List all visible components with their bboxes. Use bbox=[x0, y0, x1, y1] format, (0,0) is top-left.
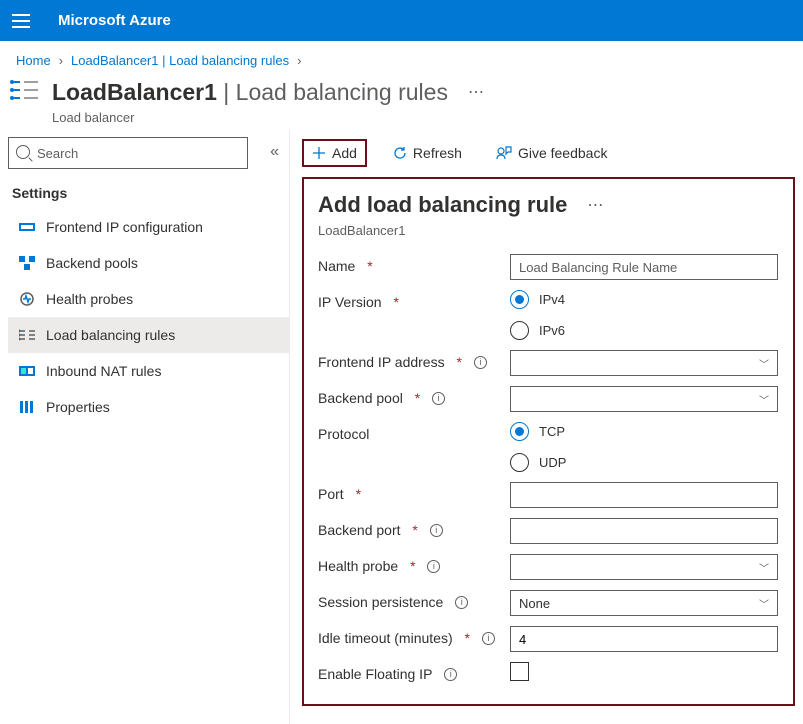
add-rule-panel: Add load balancing rule ⋯ LoadBalancer1 … bbox=[302, 177, 795, 706]
session-label: Session persistence i bbox=[318, 590, 510, 610]
ipv4-label: IPv4 bbox=[539, 292, 565, 307]
tcp-radio[interactable]: TCP bbox=[510, 422, 779, 441]
azure-topbar: Microsoft Azure bbox=[0, 0, 803, 41]
floatingip-label: Enable Floating IP i bbox=[318, 662, 510, 682]
chevron-down-icon: ﹀ bbox=[759, 356, 769, 371]
frontend-ip-icon bbox=[18, 219, 36, 235]
add-label: Add bbox=[332, 145, 357, 161]
port-input[interactable] bbox=[510, 482, 778, 508]
search-input[interactable] bbox=[8, 137, 248, 169]
sidebar-item-label: Health probes bbox=[46, 291, 133, 307]
chevron-down-icon: ﹀ bbox=[759, 392, 769, 407]
sidebar-item-label: Frontend IP configuration bbox=[46, 219, 203, 235]
idle-label: Idle timeout (minutes) * i bbox=[318, 626, 510, 646]
page-title: LoadBalancer1 | Load balancing rules bbox=[52, 79, 448, 106]
info-icon[interactable]: i bbox=[432, 392, 445, 405]
backendpool-select[interactable]: ﹀ bbox=[510, 386, 778, 412]
info-icon[interactable]: i bbox=[430, 524, 443, 537]
info-icon[interactable]: i bbox=[482, 632, 495, 645]
sidebar-item-backend-pools[interactable]: Backend pools bbox=[8, 245, 289, 281]
add-button[interactable]: Add bbox=[302, 139, 367, 167]
info-icon[interactable]: i bbox=[474, 356, 487, 369]
ipversion-label: IP Version * bbox=[318, 290, 510, 310]
ipv6-label: IPv6 bbox=[539, 323, 565, 338]
udp-radio[interactable]: UDP bbox=[510, 453, 779, 472]
sidebar-item-label: Properties bbox=[46, 399, 110, 415]
ipv6-radio[interactable]: IPv6 bbox=[510, 321, 779, 340]
sidebar: « Settings Frontend IP configuration Bac… bbox=[0, 129, 290, 724]
sidebar-item-load-balancing-rules[interactable]: Load balancing rules bbox=[8, 317, 289, 353]
probe-select[interactable]: ﹀ bbox=[510, 554, 778, 580]
name-input[interactable] bbox=[510, 254, 778, 280]
session-value: None bbox=[519, 596, 550, 611]
sidebar-item-label: Inbound NAT rules bbox=[46, 363, 161, 379]
sidebar-item-label: Backend pools bbox=[46, 255, 138, 271]
main-area: Add Refresh Give feedback Add load balan… bbox=[290, 129, 803, 724]
breadcrumb: Home › LoadBalancer1 | Load balancing ru… bbox=[0, 41, 803, 76]
refresh-icon bbox=[393, 146, 407, 160]
sidebar-item-inbound-nat-rules[interactable]: Inbound NAT rules bbox=[8, 353, 289, 389]
backend-pools-icon bbox=[18, 255, 36, 271]
sidebar-item-properties[interactable]: Properties bbox=[8, 389, 289, 425]
breadcrumb-home[interactable]: Home bbox=[16, 53, 51, 68]
chevron-down-icon: ﹀ bbox=[759, 560, 769, 575]
info-icon[interactable]: i bbox=[455, 596, 468, 609]
idle-input[interactable] bbox=[510, 626, 778, 652]
sidebar-item-health-probes[interactable]: Health probes bbox=[8, 281, 289, 317]
more-icon[interactable]: ⋯ bbox=[462, 76, 491, 108]
sidebar-section-label: Settings bbox=[8, 179, 289, 209]
tcp-label: TCP bbox=[539, 424, 565, 439]
feedback-icon bbox=[496, 146, 512, 160]
search-icon bbox=[16, 145, 30, 159]
more-icon[interactable]: ⋯ bbox=[581, 189, 610, 221]
refresh-label: Refresh bbox=[413, 145, 462, 161]
sidebar-item-frontend-ip[interactable]: Frontend IP configuration bbox=[8, 209, 289, 245]
floatingip-checkbox[interactable] bbox=[510, 662, 529, 681]
inbound-nat-icon bbox=[18, 363, 36, 379]
session-select[interactable]: None ﹀ bbox=[510, 590, 778, 616]
chevron-down-icon: ﹀ bbox=[759, 596, 769, 611]
properties-icon bbox=[18, 399, 36, 415]
feedback-label: Give feedback bbox=[518, 145, 608, 161]
name-label: Name * bbox=[318, 254, 510, 274]
page-subtitle: Load balancer bbox=[52, 110, 491, 125]
breadcrumb-rules[interactable]: LoadBalancer1 | Load balancing rules bbox=[71, 53, 289, 68]
brand-label: Microsoft Azure bbox=[58, 12, 171, 29]
page-header: LoadBalancer1 | Load balancing rules ⋯ L… bbox=[0, 76, 803, 129]
chevron-right-icon: › bbox=[59, 53, 63, 68]
panel-title: Add load balancing rule bbox=[318, 192, 567, 218]
frontend-select[interactable]: ﹀ bbox=[510, 350, 778, 376]
menu-icon[interactable] bbox=[12, 14, 30, 28]
refresh-button[interactable]: Refresh bbox=[385, 141, 470, 165]
frontend-label: Frontend IP address * i bbox=[318, 350, 510, 370]
info-icon[interactable]: i bbox=[444, 668, 457, 681]
backendport-label: Backend port * i bbox=[318, 518, 510, 538]
backendport-input[interactable] bbox=[510, 518, 778, 544]
load-balancer-icon bbox=[10, 76, 42, 107]
collapse-icon[interactable]: « bbox=[270, 143, 279, 161]
plus-icon bbox=[312, 146, 326, 160]
ipv4-radio[interactable]: IPv4 bbox=[510, 290, 779, 309]
port-label: Port * bbox=[318, 482, 510, 502]
command-bar: Add Refresh Give feedback bbox=[294, 135, 803, 177]
feedback-button[interactable]: Give feedback bbox=[488, 141, 616, 165]
panel-subtitle: LoadBalancer1 bbox=[318, 223, 779, 238]
sidebar-item-label: Load balancing rules bbox=[46, 327, 175, 343]
chevron-right-icon: › bbox=[297, 53, 301, 68]
protocol-label: Protocol bbox=[318, 422, 510, 442]
info-icon[interactable]: i bbox=[427, 560, 440, 573]
load-balancing-rules-icon bbox=[18, 327, 36, 343]
backendpool-label: Backend pool * i bbox=[318, 386, 510, 406]
health-probes-icon bbox=[18, 291, 36, 307]
probe-label: Health probe * i bbox=[318, 554, 510, 574]
udp-label: UDP bbox=[539, 455, 566, 470]
